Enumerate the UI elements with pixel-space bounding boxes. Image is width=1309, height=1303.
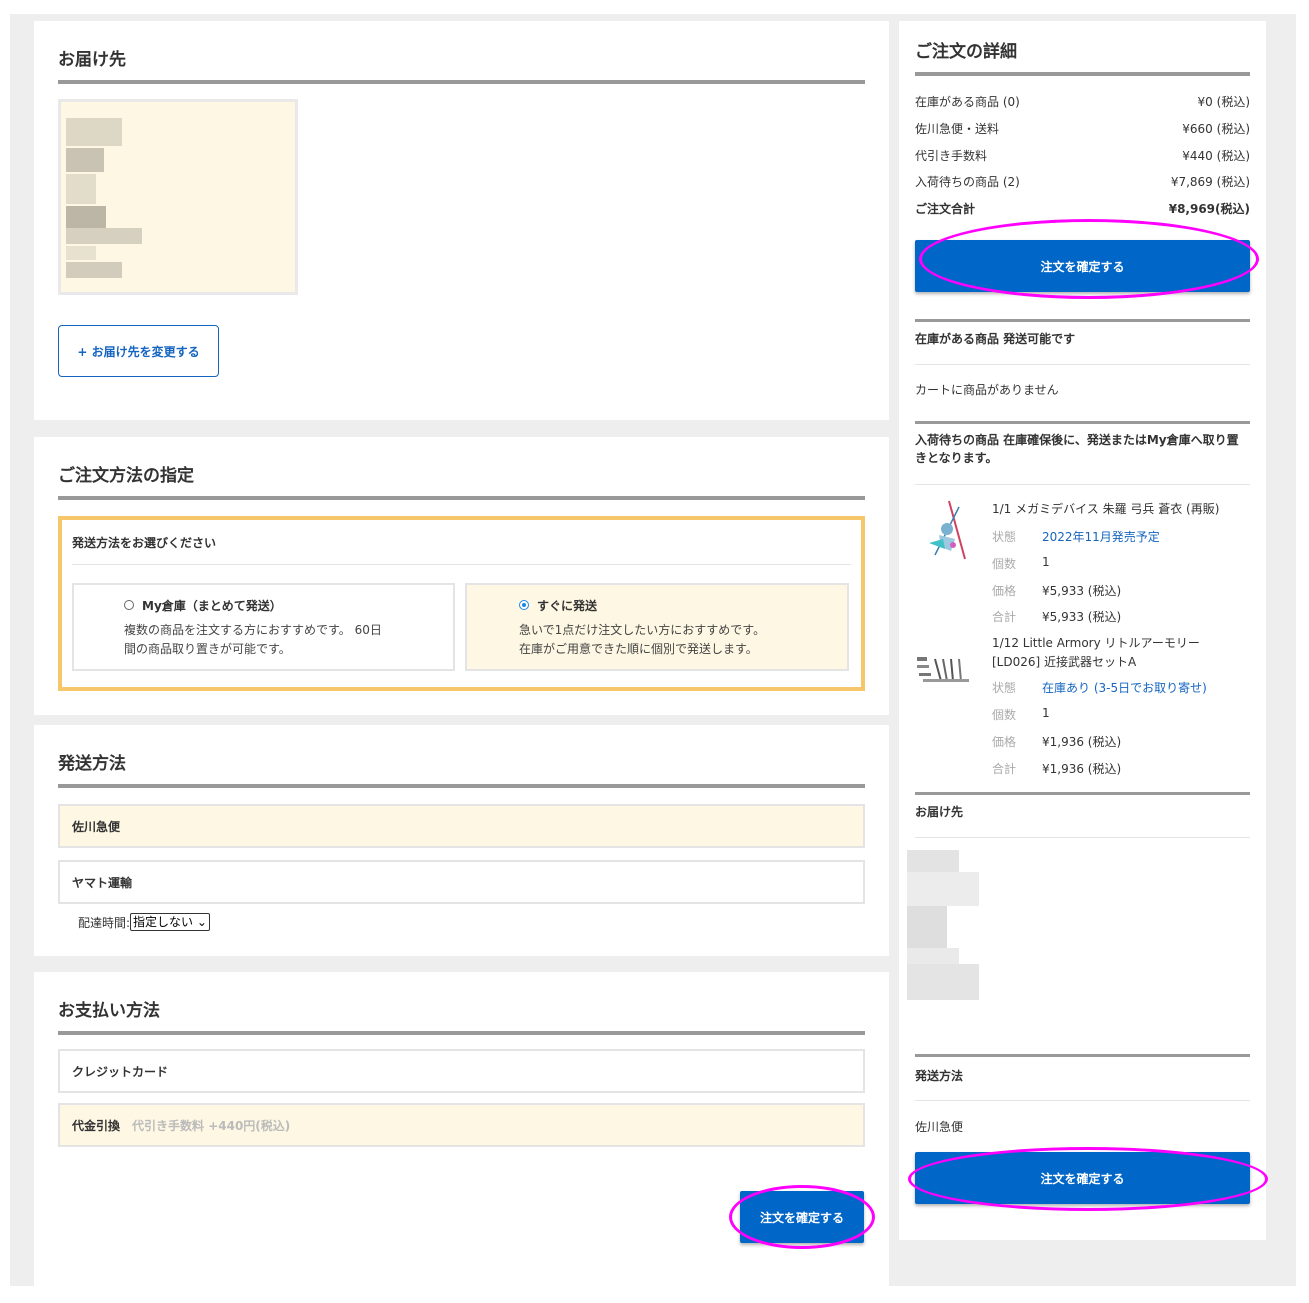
summary-row: 入荷待ちの商品 (2) ¥7,869 (税込): [915, 175, 1250, 189]
delivery-time-label: 配達時間:: [78, 915, 131, 930]
summary-row: 佐川急便・送料 ¥660 (税込): [915, 122, 1250, 136]
change-address-button[interactable]: + お届け先を変更する: [58, 325, 219, 377]
shipping-choice-box: 発送方法をお選びください My倉庫（まとめて発送） 複数の商品を注文する方におす…: [58, 516, 865, 691]
payment-credit-card[interactable]: クレジットカード: [58, 1049, 865, 1093]
item-status: 状態 2022年11月発売予定: [992, 530, 1160, 544]
shipping-choice-prompt: 発送方法をお選びください: [72, 536, 217, 550]
divider: [72, 564, 851, 565]
divider: [915, 484, 1250, 485]
backorder-heading: 入荷待ちの商品 在庫確保後に、発送またはMy倉庫へ取り置きとなります。: [915, 433, 1239, 465]
sidebar-address-blurred: [907, 850, 999, 1002]
delivery-panel: お届け先 + お届け先を変更する: [34, 21, 889, 420]
option-desc: 急いで1点だけ注文したい方におすすめです。: [519, 623, 766, 637]
summary-total: ご注文合計 ¥8,969(税込): [915, 202, 1250, 216]
product-thumbnail-figure: [929, 500, 966, 560]
order-method-panel: ご注文方法の指定 発送方法をお選びください My倉庫（まとめて発送） 複数の商品…: [34, 437, 889, 715]
summary-title: ご注文の詳細: [915, 37, 1250, 76]
divider: [915, 421, 1250, 424]
confirm-order-button-top[interactable]: 注文を確定する: [915, 240, 1250, 292]
shipping-panel: 発送方法 佐川急便 ヤマト運輸 配達時間: 指定しない ⌄: [34, 725, 889, 956]
payment-title: お支払い方法: [58, 996, 865, 1035]
option-label: すぐに発送: [537, 599, 598, 613]
divider: [915, 837, 1250, 838]
divider: [915, 1054, 1250, 1057]
item-qty: 個数 1: [992, 706, 1050, 722]
radio-my-warehouse[interactable]: [124, 600, 134, 610]
option-ship-now[interactable]: すぐに発送 急いで1点だけ注文したい方におすすめです。 在庫がご用意できた順に個…: [465, 583, 849, 671]
item-total: 合計 ¥1,936 (税込): [992, 762, 1122, 776]
confirm-order-button-sidebar-bottom[interactable]: 注文を確定する: [915, 1152, 1250, 1204]
delivery-title: お届け先: [58, 45, 865, 84]
divider: [915, 319, 1250, 322]
sidebar-shipping-heading: 発送方法: [915, 1069, 964, 1083]
shipping-title: 発送方法: [58, 749, 865, 788]
summary-row: 在庫がある商品 (0) ¥0 (税込): [915, 95, 1250, 109]
in-stock-heading: 在庫がある商品 発送可能です: [915, 332, 1076, 346]
cod-fee-note: 代引き手数料 +440円(税込): [132, 1118, 291, 1133]
item-total: 合計 ¥5,933 (税込): [992, 610, 1122, 624]
item-status: 状態 在庫あり (3-5日でお取り寄せ): [992, 681, 1207, 695]
payment-panel: お支払い方法 クレジットカード 代金引換 代引き手数料 +440円(税込) 注文…: [34, 972, 889, 1286]
order-method-title: ご注文方法の指定: [58, 461, 865, 500]
sidebar-delivery-heading: お届け先: [915, 805, 964, 819]
delivery-time-row: 配達時間: 指定しない ⌄: [78, 913, 210, 931]
radio-ship-now[interactable]: [519, 600, 529, 610]
item-price: 価格 ¥1,936 (税込): [992, 735, 1122, 749]
divider: [915, 364, 1250, 365]
option-desc: 間の商品取り置きが可能です。: [124, 642, 291, 656]
address-card: [58, 99, 298, 295]
divider: [915, 792, 1250, 795]
item-name[interactable]: 1/12 Little Armory リトルアーモリー [LD026] 近接武器…: [992, 634, 1242, 672]
carrier-yamato[interactable]: ヤマト運輸: [58, 860, 865, 904]
payment-cod[interactable]: 代金引換 代引き手数料 +440円(税込): [58, 1103, 865, 1147]
item-name[interactable]: 1/1 メガミデバイス 朱羅 弓兵 蒼衣 (再販): [992, 500, 1242, 519]
option-desc: 複数の商品を注文する方におすすめです。 60日: [124, 623, 382, 637]
order-summary-sidebar: ご注文の詳細 在庫がある商品 (0) ¥0 (税込) 佐川急便・送料 ¥660 (税…: [899, 21, 1268, 1240]
delivery-time-select[interactable]: 指定しない ⌄: [130, 913, 210, 931]
divider: [915, 1100, 1250, 1101]
cart-empty-text: カートに商品がありません: [915, 383, 1059, 397]
item-qty: 個数 1: [992, 555, 1050, 571]
option-my-warehouse[interactable]: My倉庫（まとめて発送） 複数の商品を注文する方におすすめです。 60日 間の商…: [72, 583, 455, 671]
confirm-order-button-bottom[interactable]: 注文を確定する: [740, 1191, 864, 1243]
product-thumbnail-weapons: [917, 657, 969, 682]
sidebar-shipping-value: 佐川急便: [915, 1120, 964, 1134]
option-desc: 在庫がご用意できた順に個別で発送します。: [519, 642, 758, 656]
carrier-sagawa[interactable]: 佐川急便: [58, 804, 865, 848]
item-price: 価格 ¥5,933 (税込): [992, 584, 1122, 598]
summary-row: 代引き手数料 ¥440 (税込): [915, 149, 1250, 163]
option-label: My倉庫（まとめて発送）: [142, 599, 282, 613]
